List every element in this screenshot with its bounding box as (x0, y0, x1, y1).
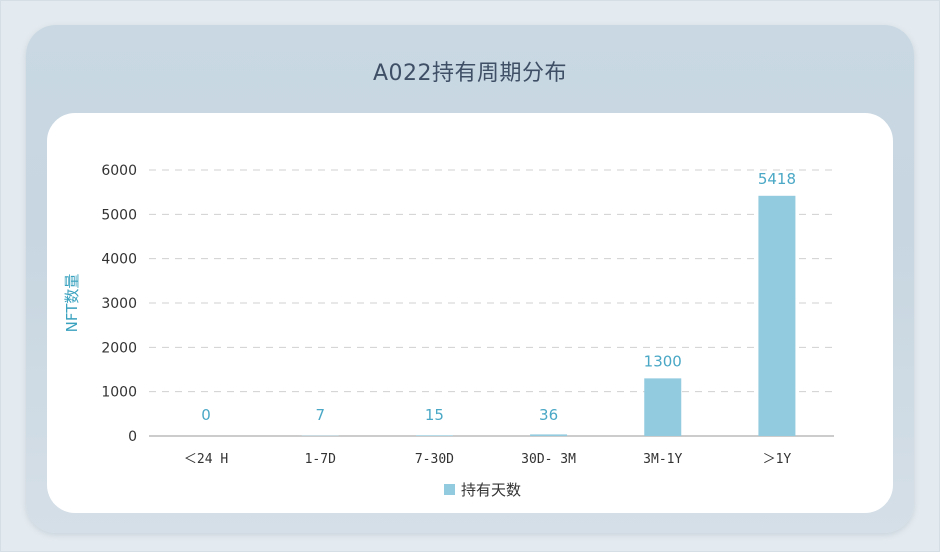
bar (644, 378, 682, 436)
data-label: 15 (425, 406, 444, 424)
y-tick-label: 5000 (101, 207, 137, 223)
y-tick-label: 4000 (101, 252, 137, 268)
x-tick-label: 30D- 3M (521, 452, 576, 467)
bar (530, 434, 568, 436)
legend-label: 持有天数 (461, 481, 521, 499)
bar (758, 195, 796, 436)
bar-chart: 0 1000 2000 3000 4000 5000 6000 NFT数量 0 ＜24 H 7 1-7… (63, 163, 834, 499)
data-label: 36 (539, 406, 558, 424)
x-tick-label: 7-30D (415, 452, 454, 467)
x-tick-label: 3M-1Y (643, 452, 682, 467)
x-tick-label: 1-7D (305, 452, 336, 467)
y-tick-label: 0 (128, 429, 137, 445)
data-label: 1300 (644, 352, 682, 370)
legend-swatch (444, 484, 455, 495)
y-tick-label: 1000 (101, 385, 137, 401)
x-tick-label: ＞1Y (763, 452, 792, 467)
data-label: 0 (201, 406, 211, 424)
y-axis-title: NFT数量 (63, 274, 81, 333)
y-tick-label: 3000 (101, 296, 137, 312)
y-tick-label: 2000 (101, 340, 137, 356)
x-tick-label: ＜24 H (184, 452, 228, 467)
y-tick-label: 6000 (101, 163, 137, 179)
data-label: 5418 (758, 170, 796, 188)
data-label: 7 (315, 406, 325, 424)
bar (415, 435, 453, 436)
